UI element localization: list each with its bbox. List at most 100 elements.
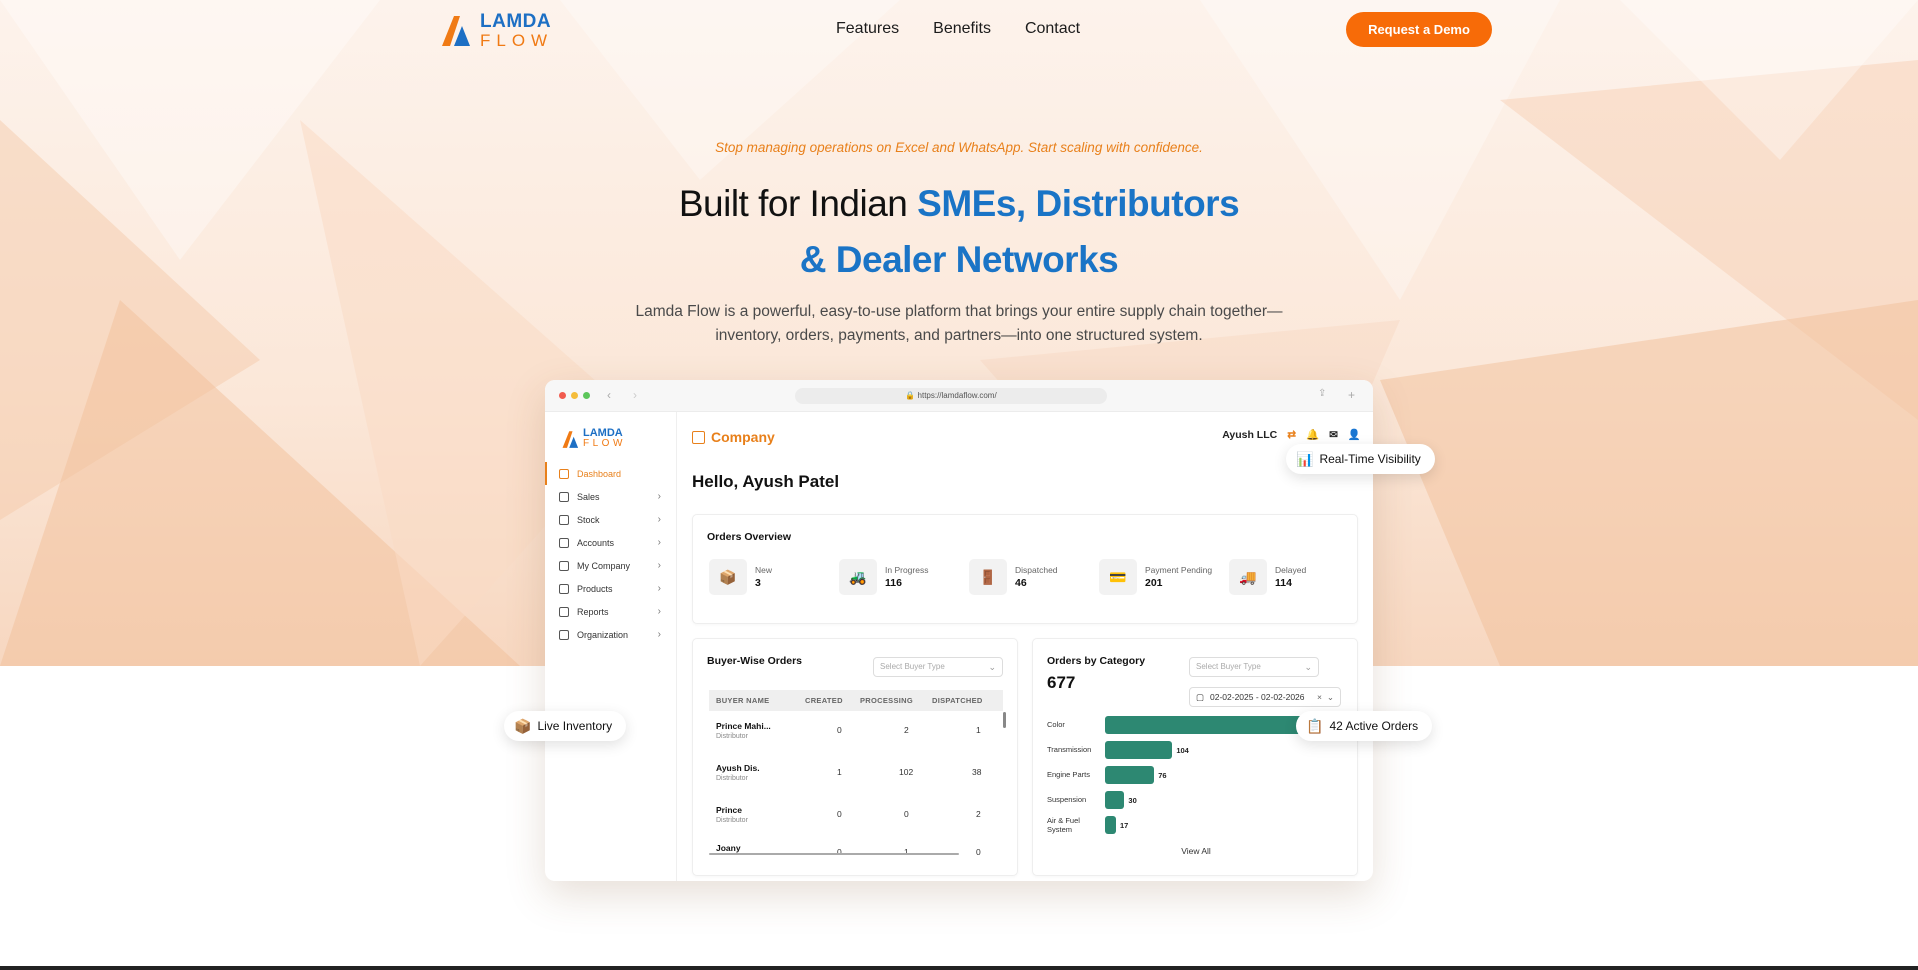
- dashboard-preview: ‹ › 🔒 https://lamdaflow.com/ ⇪ + LAMDA F…: [545, 380, 1373, 881]
- category-bar[interactable]: [1105, 791, 1125, 809]
- stock-icon: [559, 514, 569, 525]
- orders-overview-title: Orders Overview: [707, 531, 792, 543]
- buyer-name: Joany: [716, 843, 741, 853]
- forward-arrow-icon: ›: [633, 388, 637, 402]
- nav-benefits[interactable]: Benefits: [933, 20, 991, 38]
- reports-icon: [559, 606, 569, 617]
- mail-icon[interactable]: ✉: [1329, 429, 1338, 441]
- header-actions: Ayush LLC ⇄ 🔔 ✉ 👤: [1222, 428, 1361, 442]
- stat-label: New: [755, 565, 773, 575]
- sidebar-item-my-company[interactable]: My Company ›: [545, 554, 677, 577]
- app-main: Company Ayush LLC ⇄ 🔔 ✉ 👤 Hello, Ayush P…: [678, 412, 1373, 881]
- lamda-logo-icon: [442, 16, 470, 46]
- column-header: PROCESSING: [860, 696, 914, 705]
- stat-delayed[interactable]: 🚚 Delayed 114: [1229, 559, 1306, 595]
- column-header: DISPATCHED: [932, 696, 983, 705]
- new-order-icon: 📦: [709, 559, 747, 595]
- chevron-right-icon: ›: [657, 560, 661, 571]
- bar-label: Air & Fuel System: [1047, 816, 1080, 834]
- avatar-icon[interactable]: 👤: [1348, 428, 1361, 441]
- sidebar-item-organization[interactable]: Organization ›: [545, 623, 677, 646]
- accounts-icon: [559, 537, 569, 548]
- category-total: 677: [1047, 673, 1076, 692]
- sidebar-item-accounts[interactable]: Accounts ›: [545, 531, 677, 554]
- new-tab-icon: +: [1348, 388, 1356, 402]
- stat-label: Payment Pending: [1145, 565, 1213, 575]
- column-header: CREATED: [805, 696, 843, 705]
- inventory-box-icon: 📦: [514, 717, 532, 734]
- orders-by-category-title: Orders by Category: [1047, 655, 1146, 667]
- sidebar-label: Reports: [577, 606, 609, 617]
- nav-contact[interactable]: Contact: [1025, 20, 1080, 38]
- maximize-dot-icon: [583, 392, 590, 399]
- buyer-type: Distributor: [716, 733, 748, 740]
- sidebar-label: Dashboard: [577, 468, 622, 479]
- org-name[interactable]: Ayush LLC: [1222, 429, 1277, 441]
- date-range-text: 02-02-2025 - 02-02-2026: [1210, 692, 1305, 702]
- buyer-name: Prince: [716, 805, 742, 815]
- category-bar[interactable]: [1105, 766, 1155, 784]
- delayed-icon: 🚚: [1229, 559, 1267, 595]
- sidebar-item-stock[interactable]: Stock ›: [545, 508, 677, 531]
- view-all-link[interactable]: View All: [1033, 846, 1359, 856]
- sidebar-label: Organization: [577, 629, 629, 640]
- date-range-picker[interactable]: ▢ 02-02-2025 - 02-02-2026 × ⌄: [1189, 687, 1341, 707]
- sales-icon: [559, 491, 569, 502]
- table-horizontal-scrollbar[interactable]: [709, 853, 959, 855]
- brand-logo[interactable]: LAMDA FLOW: [440, 12, 568, 49]
- orders-clipboard-icon: 📋: [1306, 717, 1324, 734]
- table-vertical-scrollbar[interactable]: [1003, 712, 1006, 728]
- stat-dispatched[interactable]: 🚪 Dispatched 46: [969, 559, 1058, 595]
- processing-count: 0: [904, 809, 909, 819]
- shuffle-icon[interactable]: ⇄: [1287, 429, 1296, 441]
- greeting: Hello, Ayush Patel: [692, 472, 840, 491]
- table-row[interactable]: Prince Mahi... Distributor 0 2 1: [709, 711, 999, 753]
- buyer-name: Ayush Dis.: [716, 763, 760, 773]
- bar-value-label: 30: [1128, 796, 1137, 805]
- chevron-down-icon: ⌄: [1326, 692, 1334, 702]
- orders-by-category-card: Orders by Category 677 Select Buyer Type…: [1032, 638, 1358, 876]
- headline-accent-2: & Dealer Networks: [799, 239, 1119, 280]
- bar-value-label: 17: [1120, 821, 1129, 830]
- processing-count: 2: [904, 725, 909, 735]
- created-count: 0: [837, 847, 842, 857]
- stat-payment-pending[interactable]: 💳 Payment Pending 201: [1099, 559, 1212, 595]
- chevron-right-icon: ›: [657, 606, 661, 617]
- bell-icon[interactable]: 🔔: [1306, 428, 1319, 441]
- clear-icon[interactable]: ×: [1317, 688, 1322, 706]
- bar-value-label: 76: [1158, 771, 1167, 780]
- orders-overview-card: Orders Overview 📦 New 3 🚜 In Progress 116 …: [692, 514, 1358, 624]
- stat-new[interactable]: 📦 New 3: [709, 559, 772, 595]
- sidebar-label: My Company: [577, 560, 631, 571]
- share-icon: ⇪: [1318, 388, 1327, 399]
- stat-value: 114: [1275, 577, 1292, 589]
- request-demo-button[interactable]: Request a Demo: [1346, 12, 1492, 47]
- chevron-right-icon: ›: [657, 514, 661, 525]
- category-bar[interactable]: [1105, 741, 1173, 759]
- stat-in-progress[interactable]: 🚜 In Progress 116: [839, 559, 928, 595]
- dispatched-count: 38: [972, 767, 982, 777]
- table-row[interactable]: Prince Distributor 0 0 2: [709, 795, 999, 837]
- headline-accent-1: SMEs, Distributors: [917, 183, 1240, 224]
- sidebar-item-products[interactable]: Products ›: [545, 577, 677, 600]
- stat-value: 3: [755, 577, 761, 589]
- category-buyer-type-select[interactable]: Select Buyer Type ⌄: [1189, 657, 1319, 677]
- minimize-dot-icon: [571, 392, 578, 399]
- column-header: BUYER NAME: [716, 696, 770, 705]
- bar-label: Suspension: [1047, 795, 1087, 804]
- hero-description: Lamda Flow is a powerful, easy-to-use pl…: [635, 303, 1283, 344]
- table-row[interactable]: Ayush Dis. Distributor 1 102 38: [709, 753, 999, 795]
- category-bar[interactable]: [1105, 816, 1116, 834]
- chevron-right-icon: ›: [657, 629, 661, 640]
- sidebar-item-reports[interactable]: Reports ›: [545, 600, 677, 623]
- sidebar-label: Products: [577, 583, 613, 594]
- products-icon: [559, 583, 569, 594]
- section-label: Company: [711, 429, 775, 445]
- nav-features[interactable]: Features: [836, 20, 899, 38]
- sidebar-item-dashboard[interactable]: Dashboard: [545, 462, 677, 485]
- buyer-type-select[interactable]: Select Buyer Type ⌄: [873, 657, 1003, 677]
- chevron-down-icon: ⌄: [1304, 662, 1312, 672]
- select-placeholder: Select Buyer Type: [880, 662, 945, 671]
- chart-report-icon: 📊: [1296, 450, 1314, 467]
- sidebar-item-sales[interactable]: Sales ›: [545, 485, 677, 508]
